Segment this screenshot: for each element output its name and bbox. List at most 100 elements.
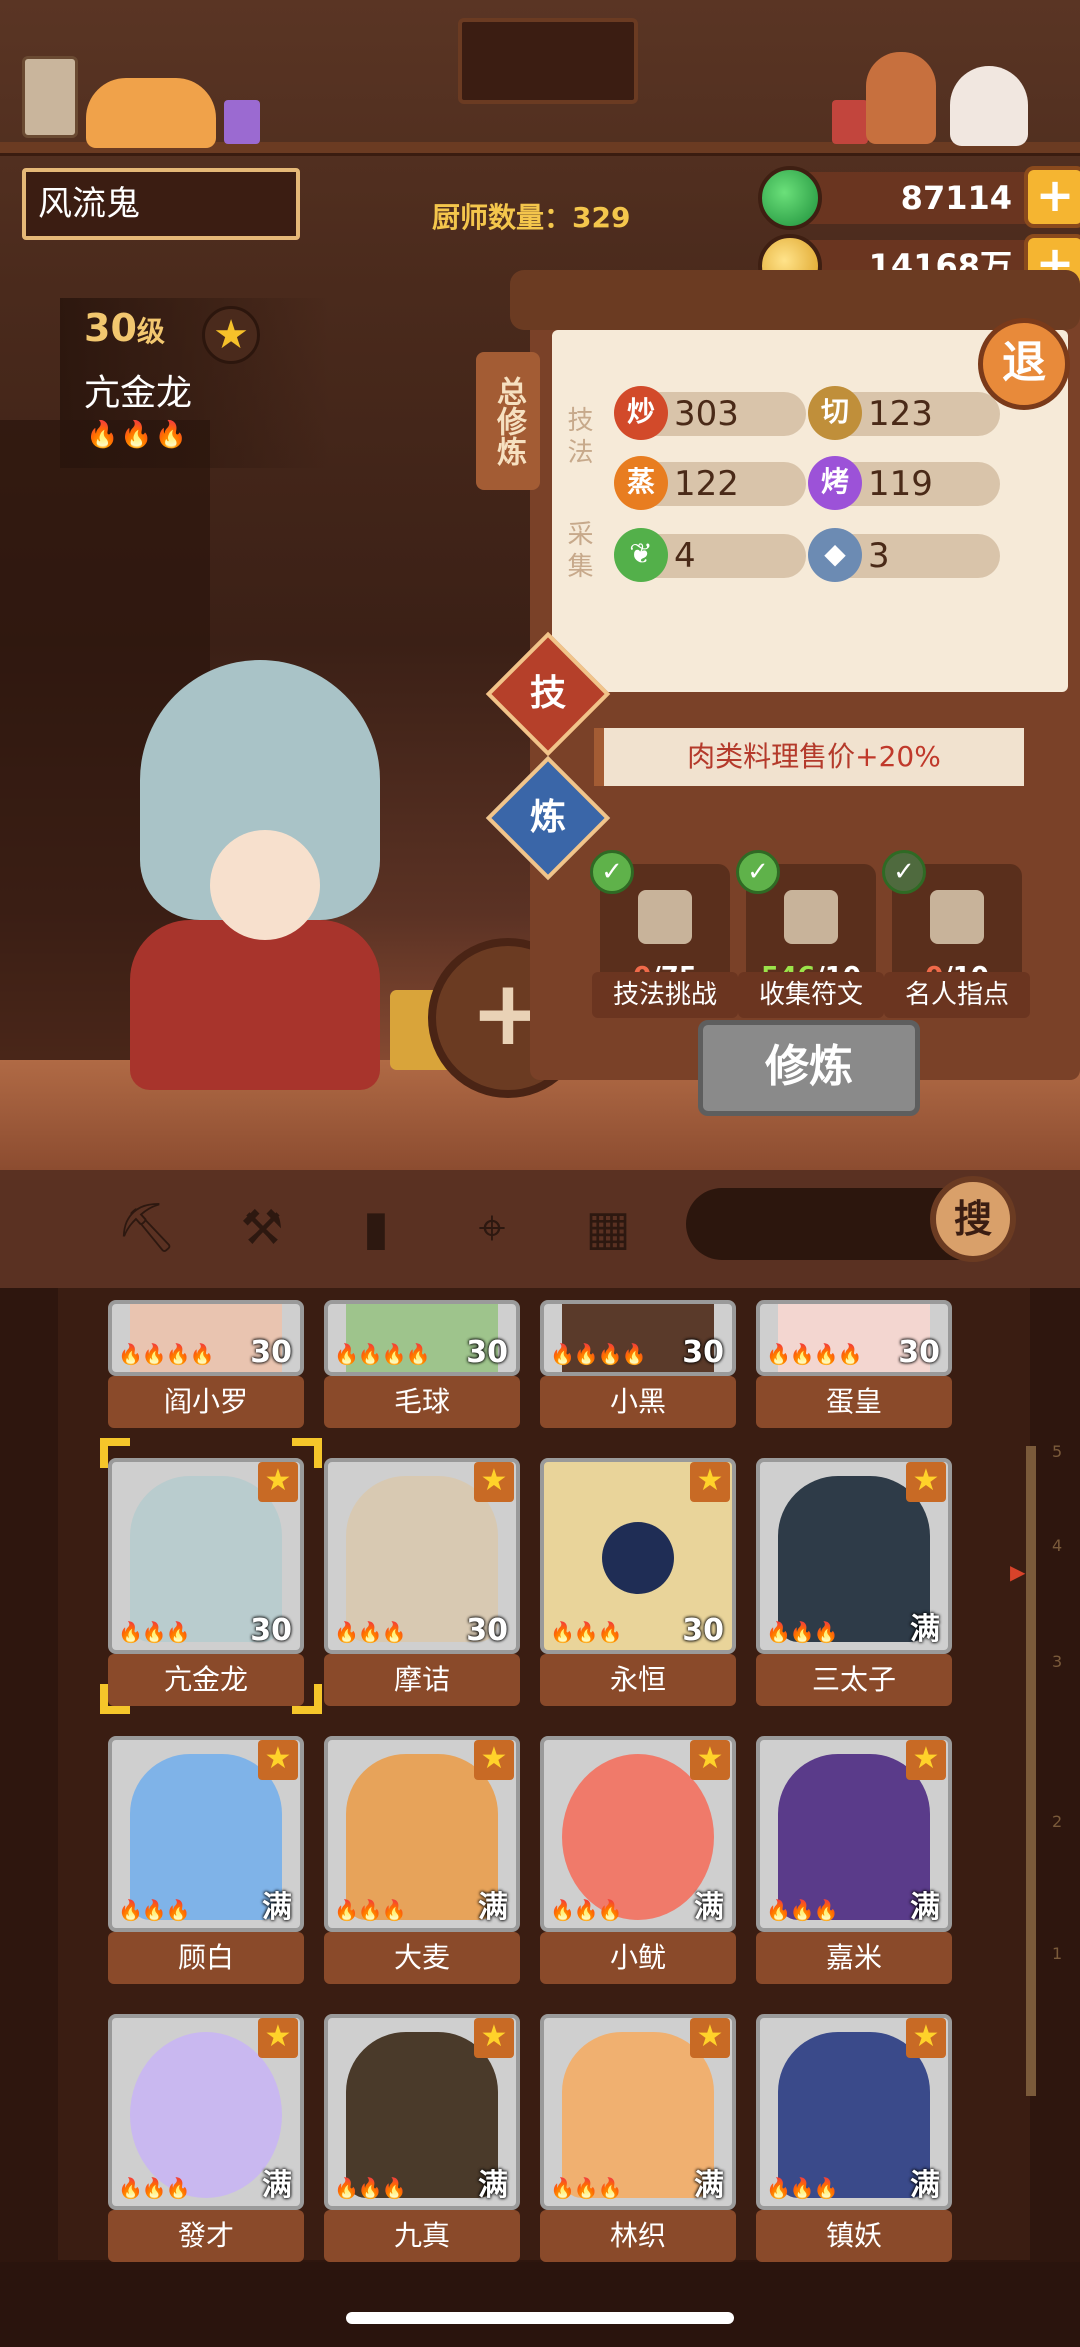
chef-card[interactable]: ★ 🔥🔥🔥 30 永恒 <box>540 1458 736 1708</box>
tab-total-cultivation[interactable]: 总修炼 <box>476 352 540 490</box>
chef-card[interactable]: ★ 🔥🔥🔥 满 九真 <box>324 2014 520 2264</box>
bonus-text: 肉类料理售价 <box>687 740 856 773</box>
chef-name: 大麦 <box>324 1932 520 1984</box>
stat-value: 303 <box>674 394 739 434</box>
chef-frame: ★ 🔥🔥🔥 满 <box>108 1736 304 1932</box>
flame-icon: 🔥🔥🔥 <box>766 1620 839 1644</box>
flame-icon: 🔥🔥🔥 <box>118 2176 191 2200</box>
chef-card-selected[interactable]: ★ 🔥🔥🔥 30 亢金龙 <box>108 1458 304 1708</box>
chef-level: 30 <box>682 1613 724 1648</box>
chef-level: 30 <box>898 1335 940 1370</box>
jade-amount: 87114 <box>900 179 1012 217</box>
stat-stir-fry: 炒 303 <box>614 386 806 440</box>
flame-icon: 🔥🔥🔥🔥 <box>766 1342 863 1366</box>
level-suffix: 级 <box>136 315 165 348</box>
flame-icon: 🔥🔥🔥🔥 <box>334 1342 431 1366</box>
check-icon: ✓ <box>882 850 926 894</box>
rail-mark: 1 <box>1052 1944 1063 1963</box>
chef-frame: 🔥🔥🔥🔥 30 <box>756 1300 952 1376</box>
vegetable-icon: ❦ <box>614 528 668 582</box>
stat-value: 123 <box>868 394 933 434</box>
scroll-pointer-icon: ▶ <box>1010 1560 1026 1584</box>
flame-icon: 🔥🔥🔥 <box>766 1898 839 1922</box>
hanging-scroll-decoration <box>458 18 638 104</box>
player-name[interactable]: 风流鬼 <box>22 168 300 240</box>
jade-currency: 87114 + <box>758 166 1080 230</box>
chef-card[interactable]: ★ 🔥🔥🔥 满 小鱿 <box>540 1736 736 1986</box>
jar-icon[interactable]: ▮ <box>346 1198 406 1258</box>
chef-card[interactable]: ★ 🔥🔥🔥 满 三太子 <box>756 1458 952 1708</box>
shovel-alt-icon[interactable]: ⚒ <box>232 1198 292 1258</box>
exit-button[interactable]: 退 <box>978 318 1070 410</box>
chef-frame: ★ 🔥🔥🔥 30 <box>324 1458 520 1654</box>
chef-frame: ★ 🔥🔥🔥 30 <box>540 1458 736 1654</box>
chef-name: 蛋皇 <box>756 1376 952 1428</box>
tab-refine-label: 炼 <box>529 797 566 838</box>
star-icon: ★ <box>690 1740 730 1780</box>
scroll-icon <box>638 890 692 944</box>
chef-card[interactable]: ★ 🔥🔥🔥 满 大麦 <box>324 1736 520 1986</box>
star-icon: ★ <box>906 1740 946 1780</box>
bonus-banner: 肉类料理售价+20% <box>594 728 1024 786</box>
chef-level: 30 <box>682 1335 724 1370</box>
chef-frame: ★ 🔥🔥🔥 满 <box>756 1736 952 1932</box>
add-jade-button[interactable]: + <box>1024 166 1080 228</box>
cultivate-button[interactable]: 修炼 <box>698 1020 920 1116</box>
chef-name: 發才 <box>108 2210 304 2262</box>
cut-icon: 切 <box>808 386 862 440</box>
star-icon[interactable]: ★ <box>202 306 260 364</box>
flame-icon: 🔥🔥🔥 <box>334 1620 407 1644</box>
chef-level: 30 <box>250 1613 292 1648</box>
bottom-bar <box>0 2262 1080 2347</box>
map-icon[interactable]: ▦ <box>578 1198 638 1258</box>
flame-rating-icon: 🔥🔥🔥 <box>86 420 190 450</box>
star-icon: ★ <box>906 2018 946 2058</box>
chef-name: 小黑 <box>540 1376 736 1428</box>
chef-portrait <box>602 1522 674 1594</box>
flame-icon: 🔥🔥🔥 <box>550 2176 623 2200</box>
steam-icon: 蒸 <box>614 456 668 510</box>
flame-icon: 🔥🔥🔥 <box>766 2176 839 2200</box>
star-icon: ★ <box>474 1462 514 1502</box>
chef-frame: ★ 🔥🔥🔥 满 <box>756 1458 952 1654</box>
home-indicator[interactable] <box>346 2312 734 2324</box>
flame-icon: 🔥🔥🔥 <box>118 1620 191 1644</box>
chef-frame: ★ 🔥🔥🔥 满 <box>756 2014 952 2210</box>
chef-card[interactable]: ★ 🔥🔥🔥 满 顾白 <box>108 1736 304 1986</box>
star-icon: ★ <box>906 1462 946 1502</box>
rune-icon <box>784 890 838 944</box>
chef-card[interactable]: ★ 🔥🔥🔥 30 摩诘 <box>324 1458 520 1708</box>
rail-mark: 4 <box>1052 1536 1063 1555</box>
bonus-value: +20% <box>855 740 941 773</box>
search-button[interactable]: 搜 <box>930 1176 1016 1262</box>
shovel-icon[interactable]: ⛏ <box>116 1198 177 1258</box>
chef-level: 满 <box>910 1890 940 1925</box>
chef-name: 林织 <box>540 2210 736 2262</box>
character-level: 30级 <box>84 306 165 350</box>
flame-icon: 🔥🔥🔥 <box>118 1898 191 1922</box>
stat-fish: ◆ 3 <box>808 528 1000 582</box>
check-icon: ✓ <box>590 850 634 894</box>
chef-card[interactable]: ★ 🔥🔥🔥 满 镇妖 <box>756 2014 952 2264</box>
star-icon: ★ <box>474 1740 514 1780</box>
chef-frame: 🔥🔥🔥🔥 30 <box>540 1300 736 1376</box>
location-pin-icon[interactable]: ⌖ <box>462 1198 522 1258</box>
chef-card[interactable]: ★ 🔥🔥🔥 满 發才 <box>108 2014 304 2264</box>
sleeping-cat-decoration <box>86 78 216 148</box>
flame-icon: 🔥🔥🔥 <box>334 1898 407 1922</box>
stat-vegetable: ❦ 4 <box>614 528 806 582</box>
chef-name: 摩诘 <box>324 1654 520 1706</box>
chef-name: 镇妖 <box>756 2210 952 2262</box>
chef-level: 30 <box>466 1335 508 1370</box>
chef-level: 满 <box>262 2168 292 2203</box>
chef-name: 永恒 <box>540 1654 736 1706</box>
stat-value: 4 <box>674 536 696 576</box>
chef-count-value: 329 <box>572 201 631 234</box>
spice-jar <box>22 56 78 138</box>
chef-card[interactable]: ★ 🔥🔥🔥 满 林织 <box>540 2014 736 2264</box>
chef-card[interactable]: ★ 🔥🔥🔥 满 嘉米 <box>756 1736 952 1986</box>
stat-value: 122 <box>674 464 739 504</box>
scroll-rail[interactable] <box>1026 1446 1036 2096</box>
chef-level: 满 <box>910 1612 940 1647</box>
purple-jar <box>224 100 260 144</box>
